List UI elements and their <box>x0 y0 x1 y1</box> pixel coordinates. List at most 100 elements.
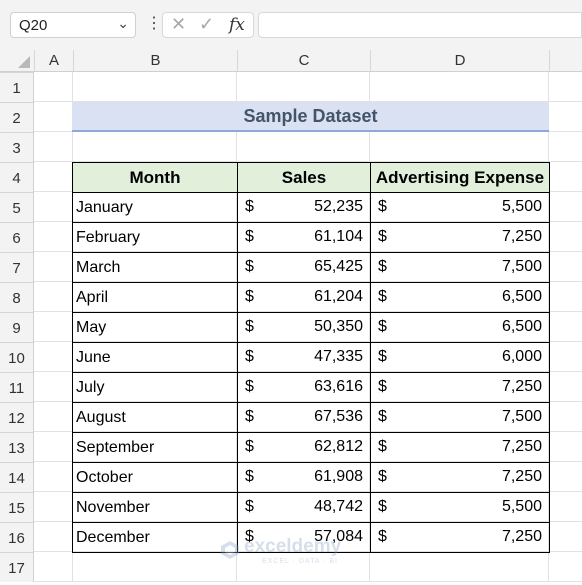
currency-symbol: $ <box>245 198 254 215</box>
sales-cell[interactable]: $61,908 <box>237 462 371 493</box>
row-header-4[interactable]: 4 <box>0 162 33 192</box>
sales-value: 61,104 <box>314 228 363 245</box>
expense-value: 6,000 <box>501 348 542 365</box>
sales-value: 61,908 <box>314 468 363 485</box>
currency-symbol: $ <box>245 498 254 515</box>
currency-symbol: $ <box>378 528 387 545</box>
row-header-15[interactable]: 15 <box>0 492 33 522</box>
insert-function-icon[interactable]: fx <box>229 15 245 35</box>
expense-cell[interactable]: $7,500 <box>370 402 550 433</box>
sales-value: 65,425 <box>314 258 363 275</box>
expense-cell[interactable]: $6,500 <box>370 282 550 313</box>
row-header-6[interactable]: 6 <box>0 222 33 252</box>
chevron-down-icon[interactable]: ⌄ <box>117 15 129 32</box>
sales-cell[interactable]: $48,742 <box>237 492 371 523</box>
row-header-17[interactable]: 17 <box>0 552 33 582</box>
expense-value: 6,500 <box>501 288 542 305</box>
column-header-b[interactable]: B <box>73 50 237 71</box>
sales-cell[interactable]: $63,616 <box>237 372 371 403</box>
row-header-5[interactable]: 5 <box>0 192 33 222</box>
month-cell[interactable]: June <box>72 342 238 373</box>
formula-buttons: ✕ ✓ fx <box>162 12 254 38</box>
currency-symbol: $ <box>378 468 387 485</box>
currency-symbol: $ <box>245 438 254 455</box>
column-header-a[interactable]: A <box>34 50 73 71</box>
sales-cell[interactable]: $52,235 <box>237 192 371 223</box>
enter-icon[interactable]: ✓ <box>199 14 214 35</box>
dataset-title-cell[interactable]: Sample Dataset <box>72 102 549 132</box>
expense-cell[interactable]: $7,250 <box>370 372 550 403</box>
expense-cell[interactable]: $6,000 <box>370 342 550 373</box>
expense-cell[interactable]: $5,500 <box>370 492 550 523</box>
header-sales[interactable]: Sales <box>237 162 371 193</box>
month-cell[interactable]: May <box>72 312 238 343</box>
currency-symbol: $ <box>378 498 387 515</box>
select-all-corner[interactable] <box>0 50 34 71</box>
formula-input[interactable] <box>258 12 582 38</box>
row-header-1[interactable]: 1 <box>0 72 33 102</box>
expense-value: 5,500 <box>501 198 542 215</box>
header-advertising-expense[interactable]: Advertising Expense <box>370 162 550 193</box>
currency-symbol: $ <box>378 288 387 305</box>
currency-symbol: $ <box>245 228 254 245</box>
expense-value: 5,500 <box>501 498 542 515</box>
column-header-c[interactable]: C <box>237 50 370 71</box>
row-header-14[interactable]: 14 <box>0 462 33 492</box>
sales-value: 61,204 <box>314 288 363 305</box>
month-cell[interactable]: October <box>72 462 238 493</box>
expense-cell[interactable]: $7,250 <box>370 432 550 463</box>
currency-symbol: $ <box>378 408 387 425</box>
sales-cell[interactable]: $65,425 <box>237 252 371 283</box>
month-cell[interactable]: July <box>72 372 238 403</box>
expense-cell[interactable]: $7,250 <box>370 522 550 553</box>
sales-value: 50,350 <box>314 318 363 335</box>
row-header-7[interactable]: 7 <box>0 252 33 282</box>
expense-cell[interactable]: $7,250 <box>370 222 550 253</box>
expense-cell[interactable]: $5,500 <box>370 192 550 223</box>
sales-cell[interactable]: $67,536 <box>237 402 371 433</box>
column-header-d[interactable]: D <box>370 50 549 71</box>
watermark-name: exceldemy <box>244 536 342 557</box>
sales-cell[interactable]: $47,335 <box>237 342 371 373</box>
row-header-11[interactable]: 11 <box>0 372 33 402</box>
header-month[interactable]: Month <box>72 162 238 193</box>
month-cell[interactable]: August <box>72 402 238 433</box>
row-header-16[interactable]: 16 <box>0 522 33 552</box>
dataset-title: Sample Dataset <box>243 106 378 126</box>
row-header-13[interactable]: 13 <box>0 432 33 462</box>
month-cell[interactable]: April <box>72 282 238 313</box>
month-cell[interactable]: September <box>72 432 238 463</box>
row-header-10[interactable]: 10 <box>0 342 33 372</box>
expense-cell[interactable]: $6,500 <box>370 312 550 343</box>
formula-bar: Q20 ⌄ ⋮ ✕ ✓ fx <box>0 0 582 50</box>
row-header-8[interactable]: 8 <box>0 282 33 312</box>
watermark-tagline: EXCEL · DATA · BI <box>262 558 338 565</box>
more-options-icon[interactable]: ⋮ <box>146 13 162 35</box>
expense-value: 7,250 <box>501 228 542 245</box>
sales-value: 52,235 <box>314 198 363 215</box>
month-cell[interactable]: March <box>72 252 238 283</box>
sales-value: 63,616 <box>314 378 363 395</box>
sales-cell[interactable]: $61,204 <box>237 282 371 313</box>
column-header-e[interactable] <box>549 50 582 71</box>
currency-symbol: $ <box>245 378 254 395</box>
name-box-value: Q20 <box>19 17 48 34</box>
expense-cell[interactable]: $7,250 <box>370 462 550 493</box>
sales-cell[interactable]: $62,812 <box>237 432 371 463</box>
name-box[interactable]: Q20 ⌄ <box>10 12 136 38</box>
month-cell[interactable]: November <box>72 492 238 523</box>
cancel-icon[interactable]: ✕ <box>171 14 186 35</box>
row-header-9[interactable]: 9 <box>0 312 33 342</box>
row-header-12[interactable]: 12 <box>0 402 33 432</box>
row-header-3[interactable]: 3 <box>0 132 33 162</box>
sales-cell[interactable]: $61,104 <box>237 222 371 253</box>
month-cell[interactable]: February <box>72 222 238 253</box>
expense-value: 6,500 <box>501 318 542 335</box>
month-cell[interactable]: January <box>72 192 238 223</box>
sales-cell[interactable]: $50,350 <box>237 312 371 343</box>
expense-cell[interactable]: $7,500 <box>370 252 550 283</box>
row-header-2[interactable]: 2 <box>0 102 33 132</box>
table-row: September $62,812 $7,250 <box>72 432 550 463</box>
month-cell[interactable]: December <box>72 522 238 553</box>
table-header-row: Month Sales Advertising Expense <box>72 162 550 193</box>
